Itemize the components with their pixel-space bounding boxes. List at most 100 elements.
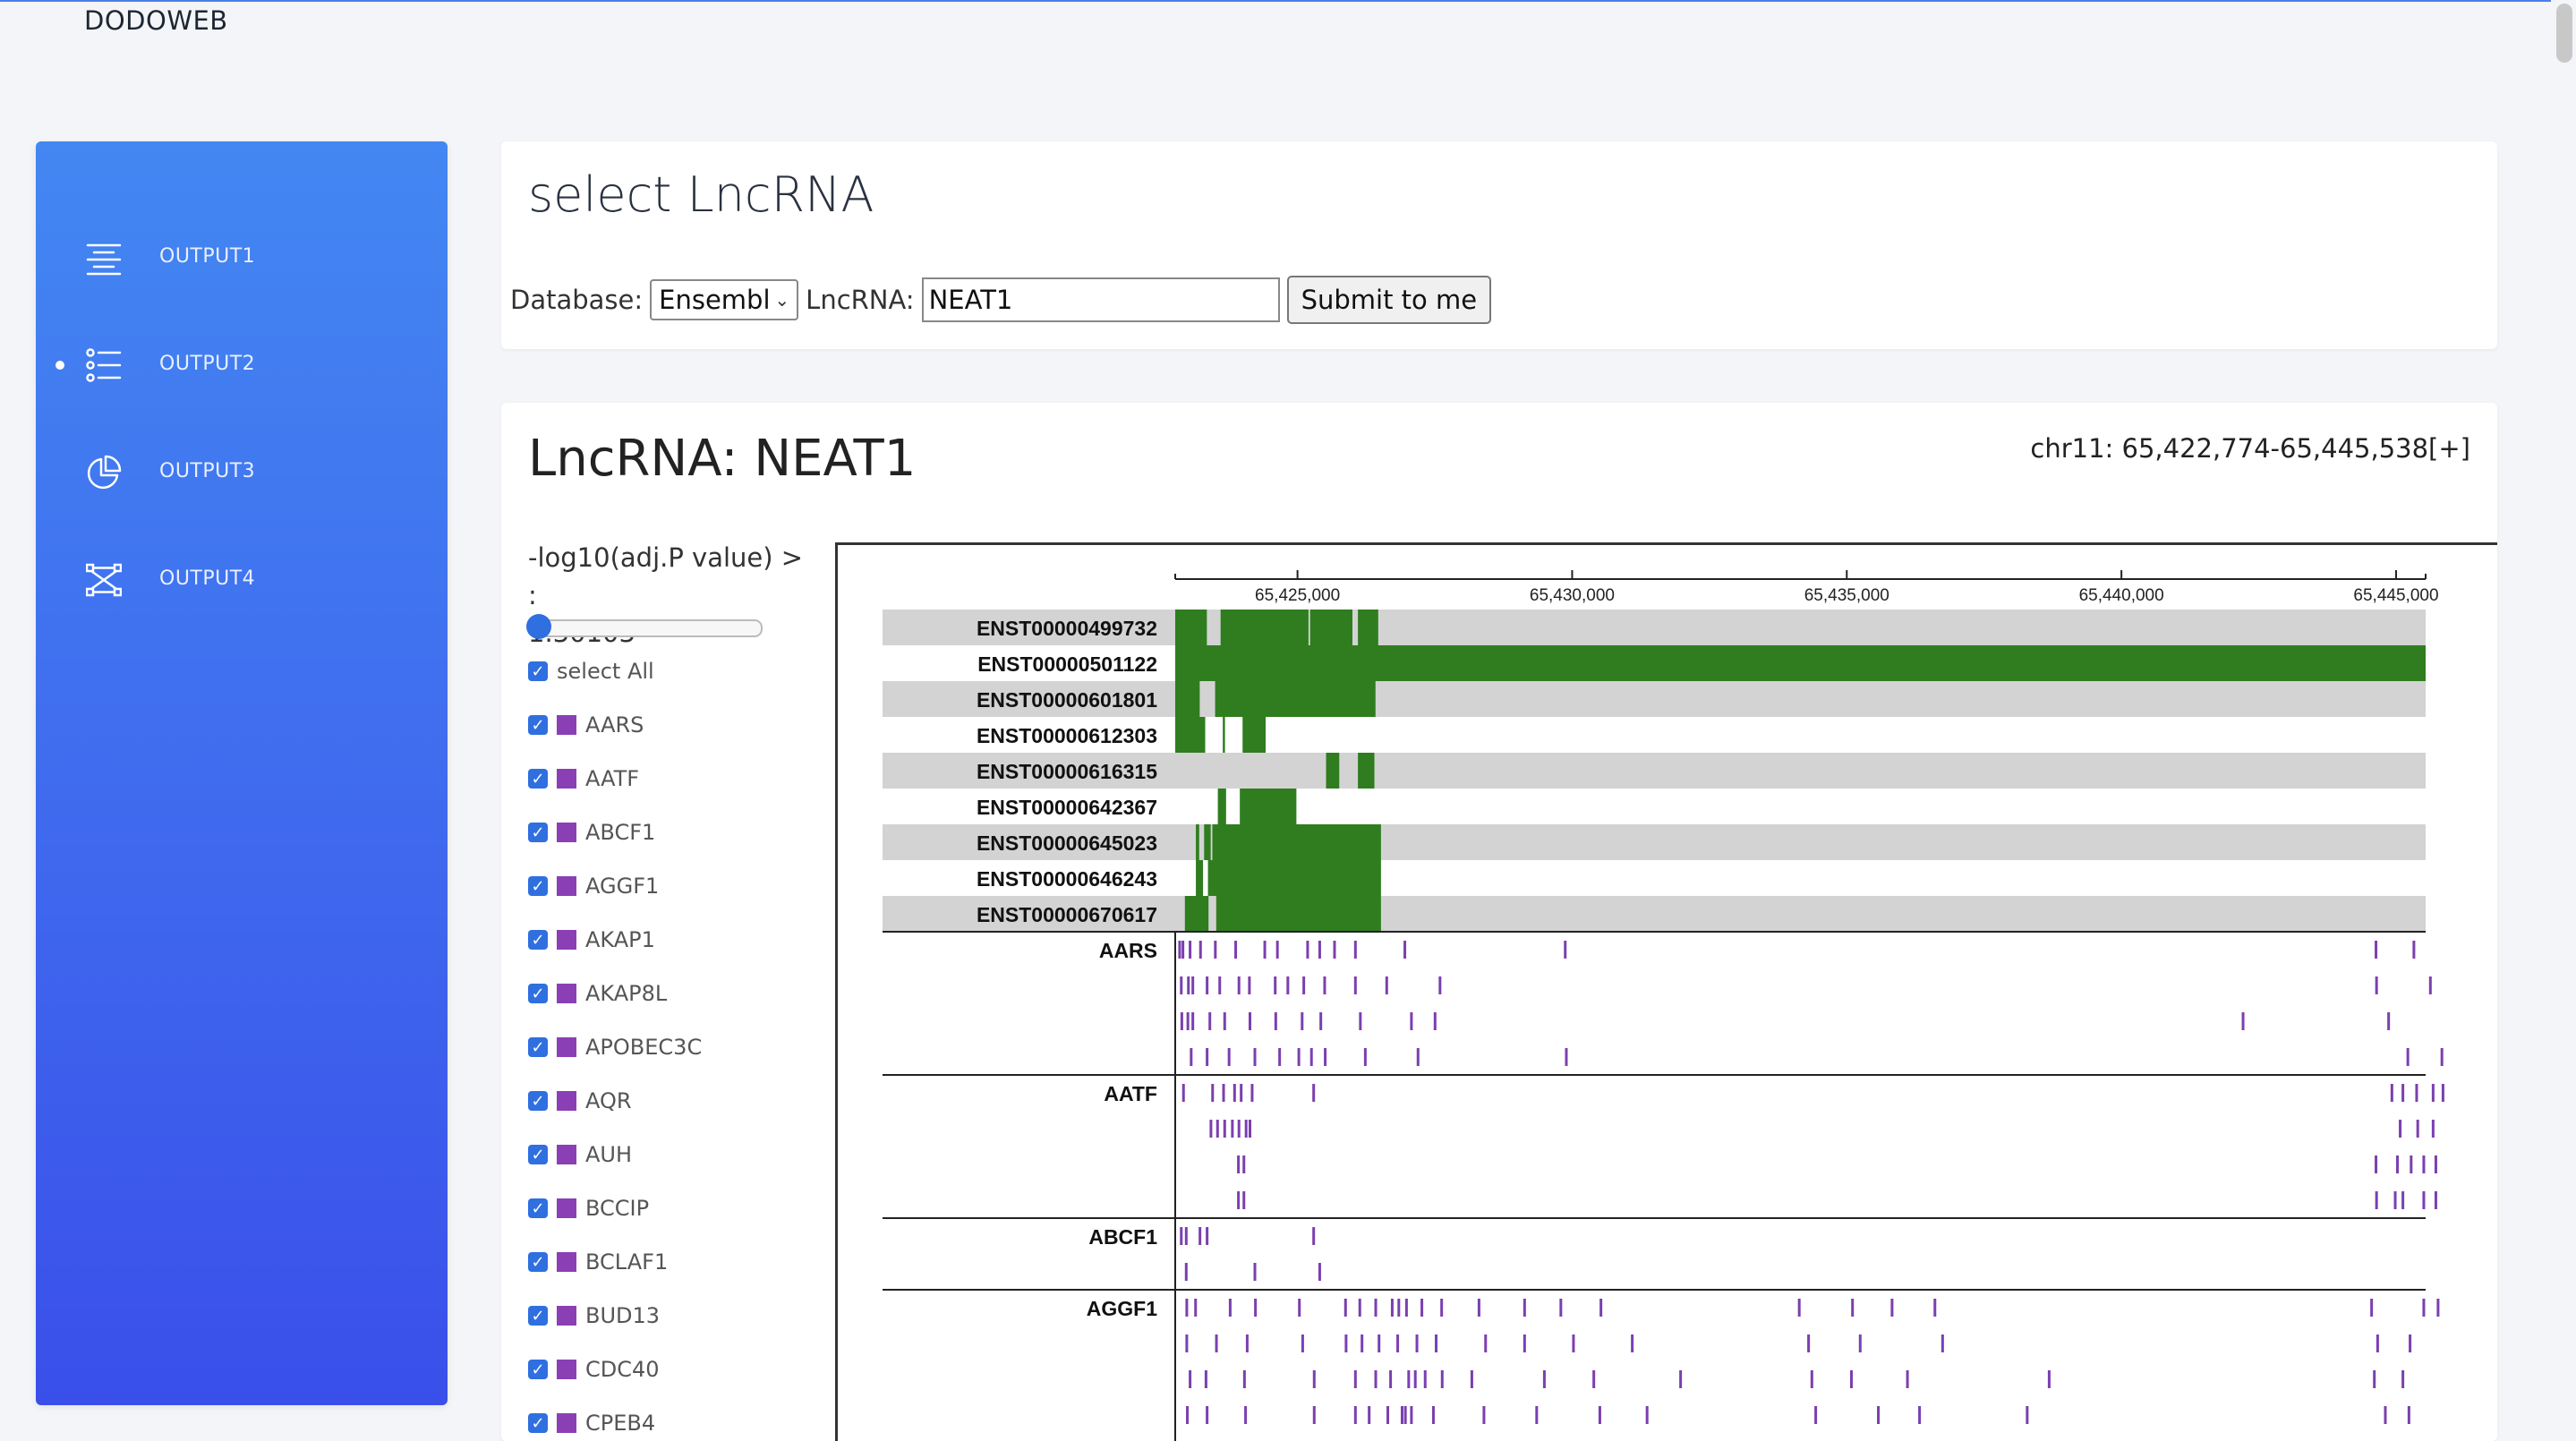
rbp-peak bbox=[2241, 1012, 2245, 1030]
rbp-peak bbox=[1191, 1012, 1195, 1030]
rbp-label: ABCF1 bbox=[1088, 1225, 1157, 1249]
sidebar-item-label: OUTPUT1 bbox=[159, 245, 256, 268]
rbp-peak bbox=[1237, 976, 1241, 994]
rbp-peak bbox=[1404, 1299, 1408, 1317]
rbp-checkbox-apobec3c[interactable]: ✓ APOBEC3C bbox=[528, 1029, 702, 1065]
sidebar-item-output4[interactable]: OUTPUT4 bbox=[36, 544, 448, 616]
rbp-checkbox-akap8l[interactable]: ✓ AKAP8L bbox=[528, 976, 667, 1011]
rbp-checkbox-aatf[interactable]: ✓ AATF bbox=[528, 761, 639, 797]
checkbox[interactable]: ✓ bbox=[528, 1360, 548, 1379]
checkbox[interactable]: ✓ bbox=[528, 984, 548, 1003]
lncrna-input[interactable]: NEAT1 bbox=[921, 277, 1280, 322]
rbp-checkbox-cpeb4[interactable]: ✓ CPEB4 bbox=[528, 1405, 655, 1441]
color-swatch bbox=[557, 876, 576, 896]
rbp-peak bbox=[2407, 1406, 2410, 1424]
page-scrollbar[interactable] bbox=[2551, 0, 2576, 1425]
rbp-peak bbox=[1233, 1084, 1236, 1102]
checkbox[interactable]: ✓ bbox=[528, 876, 548, 896]
checkbox[interactable]: ✓ bbox=[528, 715, 548, 735]
rbp-peak bbox=[1435, 1334, 1438, 1352]
rbp-peak bbox=[1565, 1048, 1568, 1066]
rbp-checkbox-bclaf1[interactable]: ✓ BCLAF1 bbox=[528, 1244, 668, 1280]
rbp-peak bbox=[1407, 1370, 1411, 1388]
app-brand[interactable]: DODOWEB bbox=[84, 5, 228, 36]
align-center-icon bbox=[86, 240, 122, 276]
rbp-peak bbox=[1572, 1334, 1575, 1352]
scrollbar-thumb[interactable] bbox=[2556, 4, 2572, 63]
rbp-peak bbox=[1319, 1012, 1323, 1030]
rbp-checkbox-bud13[interactable]: ✓ BUD13 bbox=[528, 1298, 660, 1334]
checkbox-label: BUD13 bbox=[585, 1303, 661, 1328]
rbp-peak bbox=[1470, 1370, 1473, 1388]
rbp-label: AARS bbox=[1099, 939, 1157, 962]
rbp-checkbox-aqr[interactable]: ✓ AQR bbox=[528, 1083, 632, 1119]
rbp-checkbox-abcf1[interactable]: ✓ ABCF1 bbox=[528, 814, 655, 850]
select-all-checkbox[interactable]: ✓ select All bbox=[528, 653, 654, 689]
color-swatch bbox=[557, 1037, 576, 1057]
rbp-peak bbox=[1858, 1334, 1862, 1352]
rbp-peak bbox=[2409, 1334, 2412, 1352]
rbp-peak bbox=[1413, 1370, 1417, 1388]
rbp-peak bbox=[1679, 1370, 1683, 1388]
rbp-peak bbox=[1206, 1048, 1209, 1066]
rbp-checkbox-akap1[interactable]: ✓ AKAP1 bbox=[528, 922, 655, 958]
rbp-peak bbox=[1324, 1048, 1327, 1066]
sidebar: OUTPUT1 OUTPUT2 OUTPUT3 OUTPUT4 bbox=[36, 141, 448, 1405]
rbp-peak bbox=[1438, 976, 1442, 994]
rbp-peak bbox=[2401, 1084, 2405, 1102]
rbp-checkbox-aars[interactable]: ✓ AARS bbox=[528, 707, 644, 743]
rbp-peak bbox=[1410, 1406, 1413, 1424]
x-tick-label: 65,430,000 bbox=[1530, 586, 1615, 605]
card-title: select LncRNA bbox=[528, 166, 874, 223]
transcript-exon bbox=[1215, 896, 1381, 932]
database-label: Database: bbox=[510, 285, 644, 315]
rbp-peak bbox=[1361, 1334, 1364, 1352]
sidebar-item-output1[interactable]: OUTPUT1 bbox=[36, 222, 448, 294]
checkbox-label: BCLAF1 bbox=[585, 1249, 669, 1275]
slider-handle[interactable] bbox=[526, 614, 551, 639]
checkbox[interactable]: ✓ bbox=[528, 1252, 548, 1272]
rbp-peak bbox=[1237, 1191, 1241, 1209]
rbp-peak bbox=[2384, 1406, 2387, 1424]
rbp-peak bbox=[2415, 1084, 2418, 1102]
rbp-checkbox-bccip[interactable]: ✓ BCCIP bbox=[528, 1190, 649, 1226]
rbp-checkbox-aggf1[interactable]: ✓ AGGF1 bbox=[528, 868, 659, 904]
checkbox[interactable]: ✓ bbox=[528, 1413, 548, 1433]
rbp-peak bbox=[1877, 1406, 1881, 1424]
sidebar-item-output2[interactable]: OUTPUT2 bbox=[36, 329, 448, 401]
checkbox[interactable]: ✓ bbox=[528, 930, 548, 950]
rbp-peak bbox=[1386, 1406, 1390, 1424]
rbp-peak bbox=[1400, 1406, 1403, 1424]
checkbox-label: AUH bbox=[585, 1142, 633, 1167]
checkbox[interactable]: ✓ bbox=[528, 769, 548, 789]
rbp-peak bbox=[1301, 1334, 1304, 1352]
checkbox-label: APOBEC3C bbox=[585, 1035, 703, 1060]
checkbox[interactable]: ✓ bbox=[528, 1145, 548, 1164]
checkbox[interactable]: ✓ bbox=[528, 823, 548, 842]
rbp-peak bbox=[1240, 1084, 1243, 1102]
color-swatch bbox=[557, 984, 576, 1003]
checkbox[interactable]: ✓ bbox=[528, 661, 548, 681]
sidebar-item-output3[interactable]: OUTPUT3 bbox=[36, 437, 448, 508]
checkbox[interactable]: ✓ bbox=[528, 1306, 548, 1326]
checkbox-label: AATF bbox=[585, 766, 640, 791]
rbp-peak bbox=[1359, 1012, 1362, 1030]
rbp-peak bbox=[2401, 1191, 2405, 1209]
rbp-peak bbox=[1263, 941, 1267, 959]
checkbox[interactable]: ✓ bbox=[528, 1198, 548, 1218]
checkbox[interactable]: ✓ bbox=[528, 1091, 548, 1111]
rbp-peak bbox=[1933, 1299, 1937, 1317]
rbp-peak bbox=[1180, 1012, 1183, 1030]
transcript-exon bbox=[1207, 860, 1381, 896]
rbp-checkbox-auh[interactable]: ✓ AUH bbox=[528, 1137, 632, 1172]
checkbox[interactable]: ✓ bbox=[528, 1037, 548, 1057]
submit-button[interactable]: Submit to me bbox=[1286, 276, 1492, 324]
rbp-peak bbox=[1592, 1370, 1596, 1388]
rbp-peak bbox=[1535, 1406, 1539, 1424]
rbp-peak bbox=[1309, 1048, 1313, 1066]
lncrna-result-card: LncRNA: NEAT1 chr11: 65,422,774-65,445,5… bbox=[501, 403, 2497, 1441]
database-select[interactable]: Ensembl ⌄ bbox=[650, 279, 799, 320]
rbp-checkbox-cdc40[interactable]: ✓ CDC40 bbox=[528, 1351, 660, 1387]
rbp-peak bbox=[1343, 1299, 1347, 1317]
pvalue-slider[interactable] bbox=[526, 614, 763, 639]
